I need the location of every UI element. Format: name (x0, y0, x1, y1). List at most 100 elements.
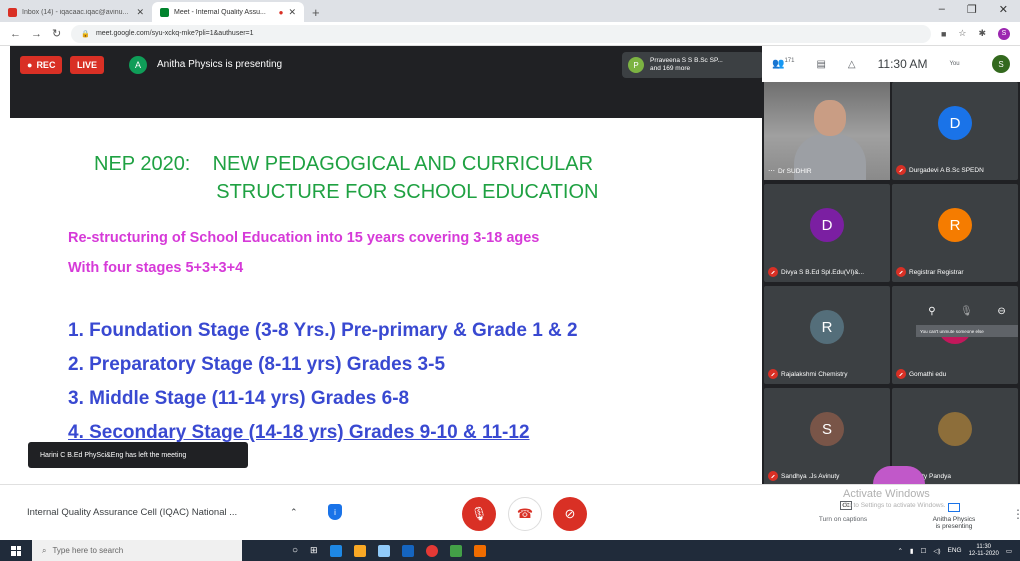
activate-windows-title: Activate Windows (843, 488, 930, 500)
new-tab-button[interactable]: + (304, 5, 328, 22)
slide-list-item: 3. Middle Stage (11-14 yrs) Grades 6-8 (68, 388, 410, 409)
star-icon[interactable]: ☆ (958, 28, 966, 39)
mail-icon[interactable] (401, 544, 414, 557)
participant-tile[interactable]: R Rajalakshmi Chemistry (764, 286, 890, 384)
participant-tile[interactable]: D Durgadevi A B.Sc SPEDN (892, 82, 1018, 180)
taskbar-clock[interactable]: 11:30 12-11-2020 (969, 544, 999, 558)
participant-avatar: D (810, 208, 844, 243)
tab-gmail[interactable]: Inbox (14) - iqacaac.iqac@avinu... ✕ (0, 2, 152, 22)
taskbar-apps: ○ ⊞ (292, 544, 486, 557)
presenter-avatar: A (129, 56, 147, 74)
participant-avatar: D (938, 106, 972, 141)
windows-icon (11, 545, 21, 556)
participant-name: Gomathi edu (896, 369, 1016, 379)
restore-icon[interactable]: ❐ (967, 3, 977, 16)
app-icon[interactable] (473, 544, 486, 557)
mic-off-icon (768, 471, 778, 481)
person-head (814, 100, 846, 136)
slide-subtitle: Re-structuring of School Education into … (68, 230, 540, 246)
taskbar-search[interactable]: ⌕ Type here to search (32, 540, 242, 561)
shield-icon[interactable]: i (328, 504, 342, 520)
participant-tile[interactable]: D Divya S B.Ed Spl.Edu(VI)&... (764, 184, 890, 282)
live-badge: LIVE (70, 56, 105, 74)
volume-icon[interactable]: ◁) (933, 547, 940, 555)
cortana-icon[interactable]: ○ (292, 545, 298, 556)
captions-button[interactable]: Turn on captions (808, 516, 878, 523)
language-indicator[interactable]: ENG (948, 547, 962, 554)
battery-icon[interactable]: ▮ (910, 547, 914, 555)
other-participants-text: Prraveena S S B.Sc SP... and 169 more (650, 57, 723, 73)
others-line2: and 169 more (650, 65, 691, 72)
participant-name: ⋯ Dr SUDHIR (768, 167, 888, 176)
leave-call-button[interactable]: ☎ (508, 497, 542, 531)
forward-icon[interactable]: → (31, 28, 42, 40)
unmute-tooltip: You can't unmute someone else (916, 325, 1018, 337)
tab-meet[interactable]: Meet - Internal Quality Assu... ● ✕ (152, 2, 304, 22)
tab-title: Meet - Internal Quality Assu... (174, 8, 266, 16)
participant-name-text: Registrar Registrar (909, 268, 964, 276)
window-controls: – ❐ ✕ (939, 3, 1008, 16)
self-avatar: S (992, 55, 1010, 73)
profile-avatar[interactable]: S (998, 27, 1010, 40)
mic-off-icon (896, 369, 906, 379)
file-explorer-icon[interactable] (353, 544, 366, 557)
url-field[interactable]: 🔒 meet.google.com/syu-xckq-mke?pli=1&aut… (71, 24, 931, 43)
close-window-icon[interactable]: ✕ (999, 3, 1008, 16)
minimize-icon[interactable]: – (939, 3, 945, 16)
pin-icon[interactable]: ⚲ (928, 306, 935, 317)
participants-button[interactable]: 👥171 (772, 58, 794, 69)
participants-count: 171 (784, 58, 795, 65)
gmail-icon (8, 7, 17, 17)
chevron-up-icon[interactable]: ⌃ (290, 507, 298, 518)
remove-icon[interactable]: ⊖ (997, 306, 1005, 317)
edge-icon[interactable] (329, 544, 342, 557)
mic-icon[interactable]: 🎙 (960, 306, 973, 317)
participant-name: Registrar Registrar (896, 267, 1016, 277)
participant-tile[interactable]: R Registrar Registrar (892, 184, 1018, 282)
chrome-icon[interactable] (425, 544, 438, 557)
chat-icon[interactable]: ▤ (816, 59, 825, 70)
meeting-time: 11:30 AM (877, 57, 928, 71)
task-view-icon[interactable]: ⊞ (310, 545, 318, 556)
live-label: LIVE (77, 60, 98, 70)
more-icon[interactable]: ⋯ (768, 167, 775, 175)
participant-name-text: Gomathi edu (909, 370, 947, 378)
camera-icon[interactable]: ■ (941, 29, 946, 39)
participant-tile[interactable]: S Sandhya .Js Avinuty (764, 388, 890, 486)
chevron-up-icon[interactable]: ⌃ (897, 547, 902, 555)
participant-name-text: Divya S B.Ed Spl.Edu(VI)&... (781, 268, 865, 276)
camera-off-button[interactable]: ⊘ (553, 497, 587, 531)
browser-tab-bar: Inbox (14) - iqacaac.iqac@avinu... ✕ Mee… (0, 0, 1020, 22)
search-icon: ⌕ (42, 545, 47, 555)
participant-name-text: Rajalakshmi Chemistry (781, 370, 848, 378)
lock-icon: 🔒 (81, 30, 90, 38)
participant-tile[interactable]: ⋯ Dr SUDHIR (764, 82, 890, 180)
participant-name: Divya S B.Ed Spl.Edu(VI)&... (768, 267, 888, 277)
extensions-icon[interactable]: ✱ (978, 28, 986, 39)
back-icon[interactable]: ← (10, 28, 21, 40)
mic-off-button[interactable]: 🎙 (462, 497, 496, 531)
participant-name: Durgadevi A B.Sc SPEDN (896, 165, 1016, 175)
participant-name-text: Durgadevi A B.Sc SPEDN (909, 166, 984, 174)
more-options-icon[interactable]: ⋮ (1012, 507, 1020, 521)
meeting-name[interactable]: Internal Quality Assurance Cell (IQAC) N… (27, 507, 237, 518)
rec-badge: ● REC (20, 56, 63, 74)
tile-hover-controls: ⚲ 🎙 ⊖ (916, 297, 1018, 325)
system-tray: ⌃ ▮ ☐ ◁) ENG 11:30 12-11-2020 ▭ (897, 544, 1020, 558)
reload-icon[interactable]: ↻ (52, 27, 61, 40)
close-tab-icon[interactable]: ✕ (136, 7, 144, 18)
other-participants-pill[interactable]: P Prraveena S S B.Sc SP... and 169 more (622, 52, 764, 78)
store-icon[interactable] (377, 544, 390, 557)
start-button[interactable] (0, 540, 32, 561)
rec-label: REC (36, 60, 56, 70)
left-meeting-toast: Harini C B.Ed PhySci&Eng has left the me… (28, 442, 248, 468)
participant-video (764, 82, 890, 180)
notifications-icon[interactable]: ▭ (1006, 547, 1012, 555)
tab-title: Inbox (14) - iqacaac.iqac@avinu... (22, 8, 129, 16)
address-bar-actions: ■ ☆ ✱ S (941, 27, 1010, 40)
activities-icon[interactable]: △ (848, 59, 856, 70)
network-icon[interactable]: ☐ (921, 547, 927, 555)
address-bar: ← → ↻ 🔒 meet.google.com/syu-xckq-mke?pli… (0, 22, 1020, 46)
close-tab-icon[interactable]: ✕ (288, 7, 296, 18)
app-icon[interactable] (449, 544, 462, 557)
